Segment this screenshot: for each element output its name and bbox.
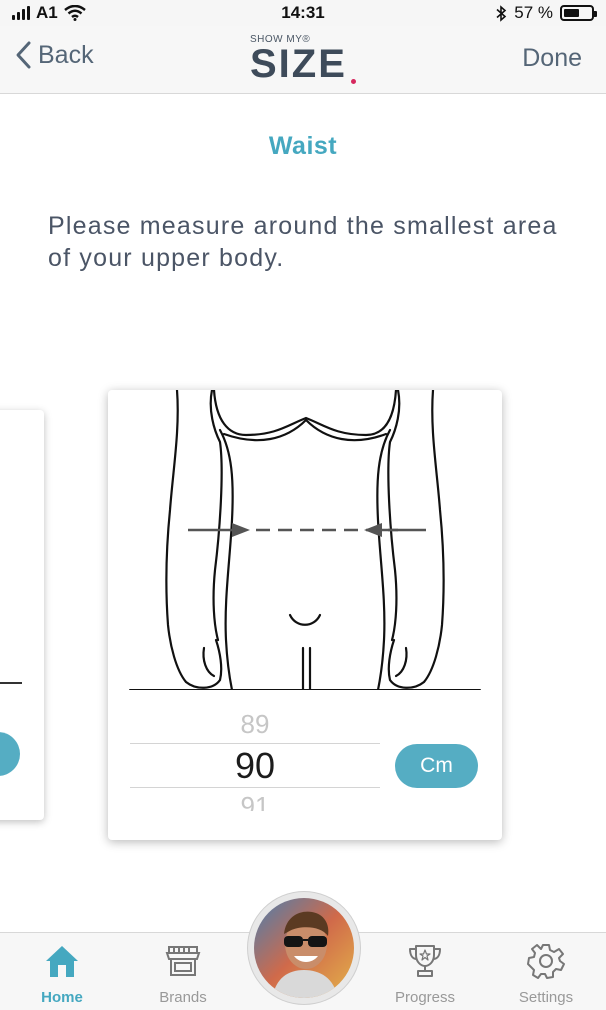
tab-settings[interactable]: Settings — [501, 941, 591, 1006]
tab-brands[interactable]: Brands — [138, 941, 228, 1006]
page-title: Waist — [268, 132, 338, 160]
battery-icon — [560, 5, 597, 21]
picker-selected-value[interactable]: 90 — [130, 745, 380, 787]
instruction-text: Please measure around the smallest area … — [48, 212, 558, 272]
status-right: 57 % — [496, 3, 597, 23]
battery-fill — [564, 9, 579, 17]
logo-wordmark: SIZE — [250, 42, 347, 86]
tab-progress-label: Progress — [394, 989, 456, 1006]
nav-bar: Back SHOW MY® SIZE Done — [0, 26, 606, 94]
back-button[interactable]: Back — [14, 40, 94, 70]
status-bar: A1 14:31 57 % — [0, 0, 606, 26]
value-picker[interactable]: 89 90 91 — [130, 705, 380, 815]
picker-divider-top — [130, 743, 380, 744]
previous-card-baseline — [0, 682, 22, 684]
trophy-icon — [409, 945, 441, 977]
app-logo: SHOW MY® SIZE — [250, 32, 362, 90]
home-icon — [46, 946, 78, 977]
tab-progress[interactable]: Progress — [380, 941, 470, 1006]
profile-avatar — [254, 898, 354, 998]
unit-toggle-button[interactable]: Cm — [395, 744, 478, 788]
picker-divider-bottom — [130, 787, 380, 788]
profile-avatar-button[interactable] — [248, 892, 360, 1004]
store-icon — [165, 946, 201, 976]
chevron-left-icon — [16, 41, 31, 69]
logo-dot — [351, 79, 356, 84]
tab-home-label: Home — [41, 989, 83, 1006]
previous-card-unit-button — [0, 732, 20, 776]
back-label: Back — [38, 40, 94, 69]
picker-next-value[interactable]: 91 — [130, 791, 380, 811]
tab-brands-label: Brands — [159, 989, 207, 1006]
gear-icon — [527, 944, 565, 979]
waist-illustration — [129, 390, 481, 690]
bluetooth-icon — [496, 4, 507, 22]
tab-home[interactable]: Home — [17, 941, 107, 1006]
tab-settings-label: Settings — [518, 989, 574, 1006]
done-button[interactable]: Done — [522, 44, 582, 73]
previous-measurement-card[interactable] — [0, 410, 44, 820]
picker-previous-value[interactable]: 89 — [130, 709, 380, 740]
battery-percent: 57 % — [514, 3, 553, 22]
measurement-card: 89 90 91 Cm — [108, 390, 502, 840]
